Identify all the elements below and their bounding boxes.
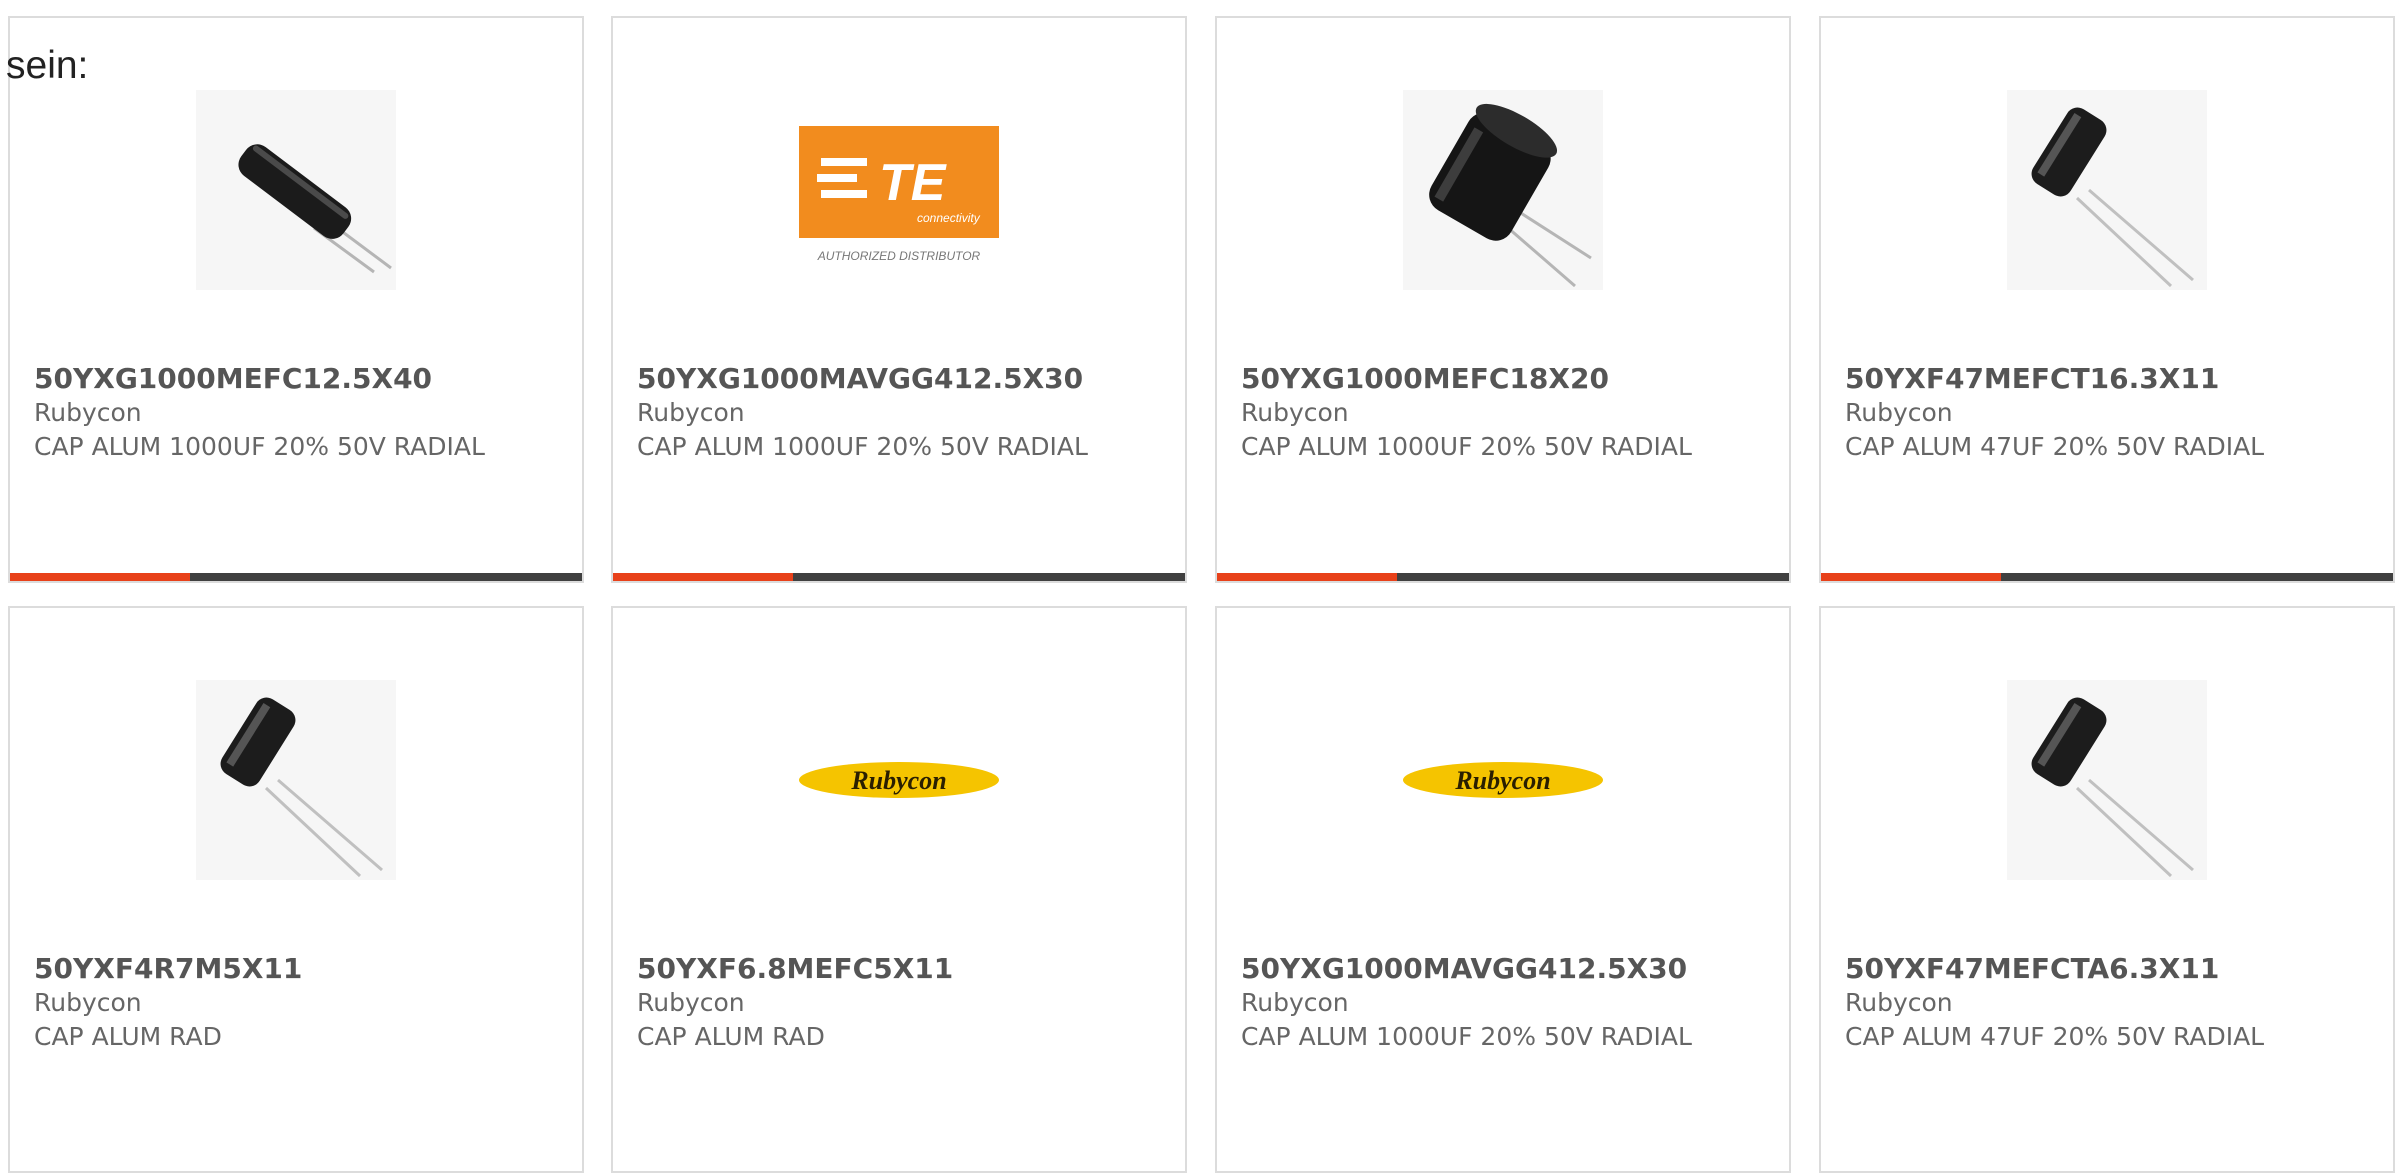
product-description: CAP ALUM 1000UF 20% 50V RADIAL	[637, 432, 1088, 461]
rubycon-logo: Rubycon	[1403, 762, 1603, 798]
product-card[interactable]: 50YXF47MEFCT16.3X11 Rubycon CAP ALUM 47U…	[1819, 16, 2395, 583]
product-card[interactable]: TE connectivity AUTHORIZED DISTRIBUTOR 5…	[611, 16, 1187, 583]
rubycon-logo: Rubycon	[799, 762, 999, 798]
part-number-link[interactable]: 50YXF6.8MEFC5X11	[637, 952, 1157, 986]
part-number-link[interactable]: 50YXG1000MAVGG412.5X30	[637, 362, 1157, 396]
manufacturer-name: Rubycon	[1241, 988, 1349, 1017]
logo-brand-text: TE	[879, 154, 947, 212]
logo-brand-text: Rubycon	[1454, 766, 1550, 795]
product-card[interactable]: 50YXG1000MEFC18X20 Rubycon CAP ALUM 1000…	[1215, 16, 1791, 583]
manufacturer-name: Rubycon	[637, 988, 745, 1017]
product-description: CAP ALUM 1000UF 20% 50V RADIAL	[34, 432, 485, 461]
logo-tagline: AUTHORIZED DISTRIBUTOR	[817, 249, 981, 263]
product-description: CAP ALUM RAD	[637, 1022, 825, 1051]
product-card[interactable]: Rubycon 50YXG1000MAVGG412.5X30 Rubycon C…	[1215, 606, 1791, 1173]
manufacturer-name: Rubycon	[34, 398, 142, 427]
card-accent-bar	[1821, 573, 2393, 581]
manufacturer-name: Rubycon	[1845, 398, 1953, 427]
product-image[interactable]	[196, 680, 396, 880]
product-card[interactable]: 50YXF4R7M5X11 Rubycon CAP ALUM RAD	[8, 606, 584, 1173]
card-accent-bar	[10, 573, 582, 581]
product-image[interactable]	[2007, 90, 2207, 290]
product-card[interactable]: 50YXF47MEFCTA6.3X11 Rubycon CAP ALUM 47U…	[1819, 606, 2395, 1173]
product-image[interactable]	[2007, 680, 2207, 880]
partial-text-prefix: sein:	[6, 44, 89, 87]
manufacturer-name: Rubycon	[1845, 988, 1953, 1017]
capacitor-small-icon	[2031, 107, 2194, 288]
product-description: CAP ALUM 1000UF 20% 50V RADIAL	[1241, 1022, 1692, 1051]
part-number-link[interactable]: 50YXF47MEFCT16.3X11	[1845, 362, 2365, 396]
logo-brand-text: Rubycon	[850, 766, 946, 795]
product-description: CAP ALUM 1000UF 20% 50V RADIAL	[1241, 432, 1692, 461]
product-image[interactable]: TE connectivity AUTHORIZED DISTRIBUTOR	[799, 90, 999, 290]
part-number-link[interactable]: 50YXG1000MEFC18X20	[1241, 362, 1761, 396]
part-number-link[interactable]: 50YXG1000MAVGG412.5X30	[1241, 952, 1761, 986]
card-accent-bar	[1217, 573, 1789, 581]
product-card[interactable]: Rubycon 50YXF6.8MEFC5X11 Rubycon CAP ALU…	[611, 606, 1187, 1173]
logo-sub-text: connectivity	[917, 211, 981, 225]
product-description: CAP ALUM 47UF 20% 50V RADIAL	[1845, 432, 2265, 461]
manufacturer-name: Rubycon	[1241, 398, 1349, 427]
capacitor-long-icon	[238, 144, 392, 274]
capacitor-wide-icon	[1429, 103, 1592, 288]
product-image[interactable]	[1403, 90, 1603, 290]
te-connectivity-logo: TE connectivity AUTHORIZED DISTRIBUTOR	[799, 126, 999, 263]
capacitor-small-icon	[2031, 697, 2194, 878]
product-image[interactable]: Rubycon	[799, 680, 999, 880]
product-image[interactable]: Rubycon	[1403, 680, 1603, 880]
manufacturer-name: Rubycon	[34, 988, 142, 1017]
part-number-link[interactable]: 50YXF4R7M5X11	[34, 952, 554, 986]
product-description: CAP ALUM 47UF 20% 50V RADIAL	[1845, 1022, 2265, 1051]
card-accent-bar	[613, 573, 1185, 581]
manufacturer-name: Rubycon	[637, 398, 745, 427]
product-card[interactable]: 50YXG1000MEFC12.5X40 Rubycon CAP ALUM 10…	[8, 16, 584, 583]
product-description: CAP ALUM RAD	[34, 1022, 222, 1051]
product-image[interactable]	[196, 90, 396, 290]
part-number-link[interactable]: 50YXF47MEFCTA6.3X11	[1845, 952, 2365, 986]
capacitor-small-icon	[220, 697, 383, 878]
part-number-link[interactable]: 50YXG1000MEFC12.5X40	[34, 362, 554, 396]
